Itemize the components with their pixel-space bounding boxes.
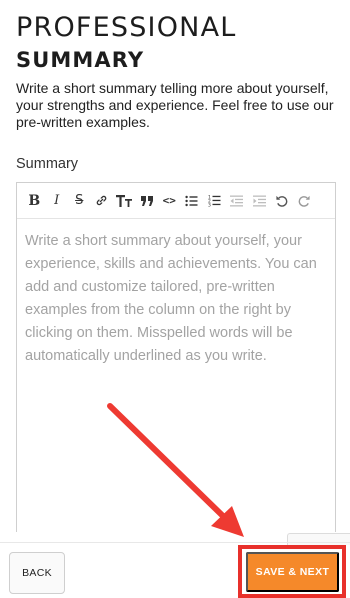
indent-icon[interactable] bbox=[248, 190, 271, 212]
editor-toolbar: B I S <> 123 bbox=[17, 183, 335, 219]
back-button[interactable]: BACK bbox=[9, 552, 65, 594]
page-title-line1: PROFESSIONAL bbox=[16, 12, 237, 43]
summary-editor[interactable]: B I S <> 123 Write a short summary about… bbox=[16, 182, 336, 532]
numbered-list-icon[interactable]: 123 bbox=[203, 190, 226, 212]
link-icon[interactable] bbox=[91, 190, 114, 212]
summary-textarea[interactable]: Write a short summary about yourself, yo… bbox=[17, 219, 335, 531]
section-description: Write a short summary telling more about… bbox=[16, 80, 334, 130]
strikethrough-button[interactable]: S bbox=[68, 190, 91, 212]
bold-button[interactable]: B bbox=[23, 190, 46, 212]
outdent-icon[interactable] bbox=[226, 190, 249, 212]
svg-text:3: 3 bbox=[208, 203, 211, 208]
undo-icon[interactable] bbox=[271, 190, 294, 212]
recaptcha-badge bbox=[287, 533, 350, 545]
page-title-line2: SUMMARY bbox=[16, 48, 145, 72]
quote-icon[interactable] bbox=[136, 190, 159, 212]
page-title: PROFESSIONAL SUMMARY bbox=[16, 12, 336, 74]
text-size-icon[interactable] bbox=[113, 190, 136, 212]
save-next-button[interactable]: SAVE & NEXT bbox=[246, 552, 339, 592]
bulleted-list-icon[interactable] bbox=[181, 190, 204, 212]
footer-divider bbox=[0, 542, 350, 543]
redo-icon[interactable] bbox=[293, 190, 316, 212]
code-button[interactable]: <> bbox=[158, 190, 181, 212]
italic-button[interactable]: I bbox=[46, 190, 69, 212]
summary-label: Summary bbox=[16, 156, 79, 172]
